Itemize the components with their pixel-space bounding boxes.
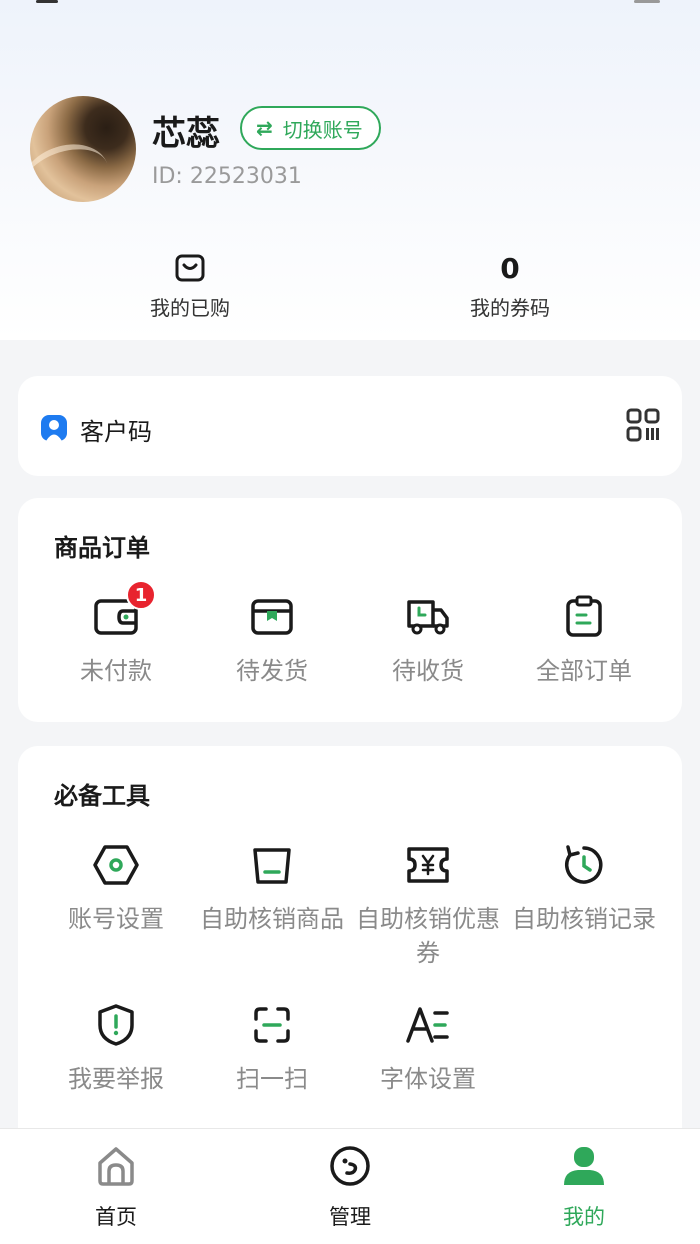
qr-code-icon[interactable] (626, 408, 660, 446)
clipboard-icon (564, 595, 604, 643)
swap-icon: ⇄ (256, 116, 273, 140)
tool-account-settings-label: 账号设置 (68, 905, 164, 933)
tool-self-verify-goods[interactable]: 自助核销商品 (194, 842, 350, 936)
tool-self-verify-coupon[interactable]: 自助核销优惠券 (350, 842, 506, 970)
report-shield-icon (96, 1003, 136, 1051)
order-unpaid-label: 未付款 (80, 657, 152, 685)
status-bar-indicator (36, 0, 58, 3)
tool-self-verify-records-label: 自助核销记录 (512, 905, 656, 933)
my-purchased-entry[interactable]: 我的已购 (90, 246, 290, 321)
tab-home[interactable]: 首页 (46, 1145, 186, 1231)
tab-home-label: 首页 (95, 1205, 137, 1229)
switch-account-button[interactable]: ⇄ 切换账号 (240, 106, 381, 150)
status-bar-indicator-right (634, 0, 660, 3)
history-icon (562, 843, 606, 891)
manage-icon (329, 1145, 371, 1191)
tool-account-settings[interactable]: 账号设置 (38, 842, 194, 936)
order-all-label: 全部订单 (536, 657, 632, 685)
bag-icon (251, 844, 293, 890)
tool-report[interactable]: 我要举报 (38, 1002, 194, 1096)
avatar[interactable] (30, 96, 136, 202)
tab-mine[interactable]: 我的 (514, 1145, 654, 1231)
tool-font-settings[interactable]: 字体设置 (350, 1002, 506, 1096)
order-to-receive-label: 待收货 (392, 657, 464, 685)
tab-manage[interactable]: 管理 (280, 1145, 420, 1231)
order-to-ship-label: 待发货 (236, 657, 308, 685)
tool-scan-label: 扫一扫 (236, 1065, 308, 1093)
tool-report-label: 我要举报 (68, 1065, 164, 1093)
shopping-bag-icon (90, 246, 290, 290)
orders-card: 商品订单 1 未付款 待发货 待收货 全部订单 (18, 498, 682, 722)
my-coupons-entry[interactable]: 0 我的券码 (410, 246, 610, 321)
tool-self-verify-coupon-label: 自助核销优惠券 (356, 905, 500, 967)
coupon-icon (405, 845, 451, 889)
tab-mine-label: 我的 (563, 1205, 605, 1229)
package-icon (250, 597, 294, 641)
home-icon (96, 1145, 136, 1191)
orders-title: 商品订单 (54, 534, 150, 562)
unpaid-badge: 1 (126, 580, 156, 610)
tool-font-settings-label: 字体设置 (380, 1065, 476, 1093)
switch-account-label: 切换账号 (282, 117, 363, 142)
order-to-receive[interactable]: 待收货 (350, 594, 506, 688)
order-to-ship[interactable]: 待发货 (194, 594, 350, 688)
customer-code-icon (40, 414, 68, 446)
coupons-count: 0 (500, 251, 520, 285)
scan-icon (252, 1005, 292, 1049)
my-purchased-label: 我的已购 (150, 296, 230, 320)
tool-self-verify-records[interactable]: 自助核销记录 (506, 842, 662, 936)
tab-manage-label: 管理 (329, 1205, 371, 1229)
customer-code-label: 客户码 (80, 418, 152, 446)
my-coupons-label: 我的券码 (470, 296, 550, 320)
font-size-icon (405, 1005, 451, 1049)
truck-icon (405, 596, 451, 642)
stats-row: 我的已购 0 我的券码 (0, 246, 700, 336)
profile-section: 芯蕊 ⇄ 切换账号 ID: 22523031 (30, 96, 670, 206)
order-all[interactable]: 全部订单 (506, 594, 662, 688)
order-unpaid[interactable]: 1 未付款 (38, 580, 194, 688)
user-icon (562, 1145, 606, 1191)
tool-scan[interactable]: 扫一扫 (194, 1002, 350, 1096)
settings-hex-icon (93, 844, 139, 890)
user-id: ID: 22523031 (152, 164, 302, 189)
bottom-tab-bar: 首页 管理 我的 (0, 1128, 700, 1244)
tool-self-verify-goods-label: 自助核销商品 (200, 905, 344, 933)
tools-title: 必备工具 (54, 782, 150, 810)
tools-card: 必备工具 账号设置 自助核销商品 自助核销优惠券 自助核销记录 我要举报 扫一扫… (18, 746, 682, 1136)
customer-code-card[interactable]: 客户码 (18, 376, 682, 476)
username: 芯蕊 (152, 114, 220, 154)
